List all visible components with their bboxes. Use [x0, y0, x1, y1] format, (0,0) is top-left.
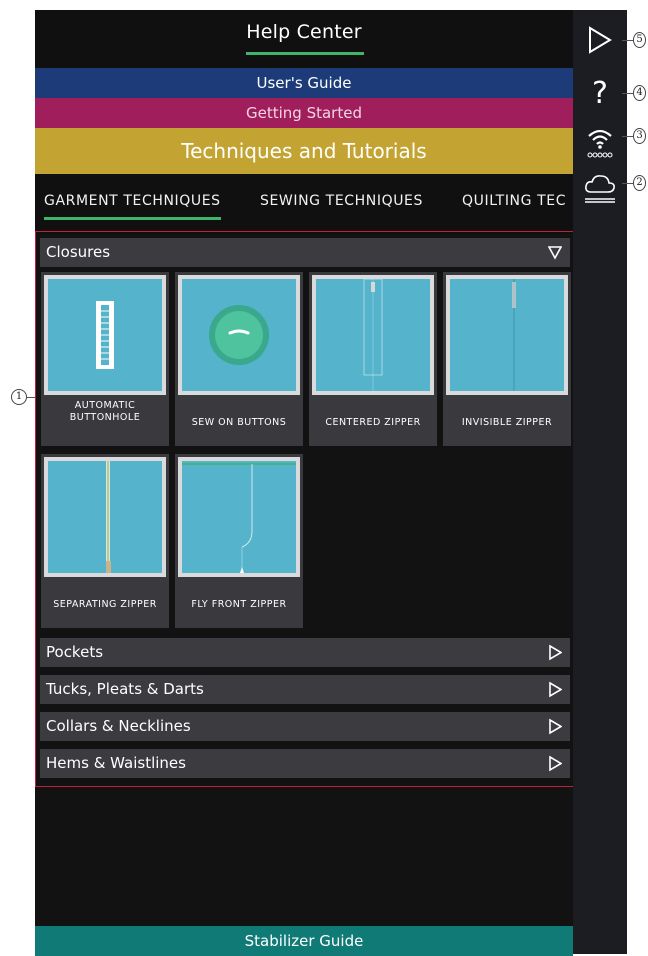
callout-5: 5 — [633, 32, 646, 48]
centered-zipper-illustration — [363, 278, 383, 391]
users-guide-button[interactable]: User's Guide — [35, 68, 573, 98]
garment-techniques-list: Closures AUTOMATIC BUTTONHOLE SEW ON BUT… — [35, 231, 575, 787]
section-tucks-pleats-darts[interactable]: Tucks, Pleats & Darts — [40, 675, 570, 704]
right-rail: ? — [573, 10, 627, 954]
buttonhole-illustration — [96, 301, 114, 369]
fly-front-zipper-illustration — [182, 463, 296, 573]
section-closures-label: Closures — [46, 243, 111, 261]
help-icon[interactable]: ? — [581, 74, 619, 110]
invisible-zipper-illustration — [512, 279, 516, 391]
tile-label: SEPARATING ZIPPER — [53, 599, 157, 610]
callout-3: 3 — [633, 128, 646, 144]
callout-2: 2 — [633, 175, 646, 191]
svg-text:?: ? — [592, 76, 608, 110]
tile-fly-front-zipper[interactable]: FLY FRONT ZIPPER — [175, 454, 303, 628]
tile-label: INVISIBLE ZIPPER — [461, 417, 553, 428]
separating-zipper-illustration — [106, 461, 111, 573]
section-pockets-label: Pockets — [46, 643, 104, 661]
tile-separating-zipper[interactable]: SEPARATING ZIPPER — [41, 454, 169, 628]
chevron-right-icon — [549, 718, 562, 735]
chevron-right-icon — [549, 644, 562, 661]
tile-label: FLY FRONT ZIPPER — [191, 599, 287, 610]
header: Help Center — [35, 10, 573, 68]
button-illustration — [209, 305, 269, 365]
section-collars-necklines[interactable]: Collars & Necklines — [40, 712, 570, 741]
stabilizer-guide-button[interactable]: Stabilizer Guide — [35, 926, 573, 956]
callout-4: 4 — [633, 85, 646, 101]
tile-thumbnail — [44, 275, 166, 395]
wifi-icon[interactable] — [581, 122, 619, 162]
tab-quilting-techniques[interactable]: QUILTING TEC — [462, 193, 566, 209]
tile-invisible-zipper[interactable]: INVISIBLE ZIPPER — [443, 272, 571, 446]
help-center-panel: Help Center User's Guide Getting Started… — [35, 10, 575, 956]
chevron-right-icon — [549, 681, 562, 698]
section-pockets[interactable]: Pockets — [40, 638, 570, 667]
page-title: Help Center — [246, 21, 362, 43]
section-hems-label: Hems & Waistlines — [46, 754, 186, 772]
technique-tabs: GARMENT TECHNIQUES SEWING TECHNIQUES QUI… — [35, 174, 573, 234]
tile-centered-zipper[interactable]: CENTERED ZIPPER — [309, 272, 437, 446]
techniques-tutorials-button[interactable]: Techniques and Tutorials — [35, 128, 573, 174]
tile-label: SEW ON BUTTONS — [191, 417, 287, 428]
chevron-down-icon — [548, 246, 562, 260]
getting-started-button[interactable]: Getting Started — [35, 98, 573, 128]
chevron-right-icon — [549, 755, 562, 772]
cloud-icon[interactable] — [581, 168, 619, 204]
tile-automatic-buttonhole[interactable]: AUTOMATIC BUTTONHOLE — [41, 272, 169, 446]
section-tucks-label: Tucks, Pleats & Darts — [46, 680, 204, 698]
tab-garment-techniques[interactable]: GARMENT TECHNIQUES — [44, 193, 221, 220]
section-collars-label: Collars & Necklines — [46, 717, 191, 735]
tile-label: AUTOMATIC BUTTONHOLE — [69, 400, 141, 423]
section-closures[interactable]: Closures — [40, 238, 570, 267]
tile-label: CENTERED ZIPPER — [325, 417, 421, 428]
play-icon[interactable] — [581, 24, 619, 56]
callout-1: 1 — [11, 389, 27, 405]
tab-sewing-techniques[interactable]: SEWING TECHNIQUES — [260, 193, 423, 209]
device-screen: Help Center User's Guide Getting Started… — [35, 10, 627, 956]
tile-sew-on-buttons[interactable]: SEW ON BUTTONS — [175, 272, 303, 446]
section-hems-waistlines[interactable]: Hems & Waistlines — [40, 749, 570, 778]
title-underline — [246, 52, 364, 55]
